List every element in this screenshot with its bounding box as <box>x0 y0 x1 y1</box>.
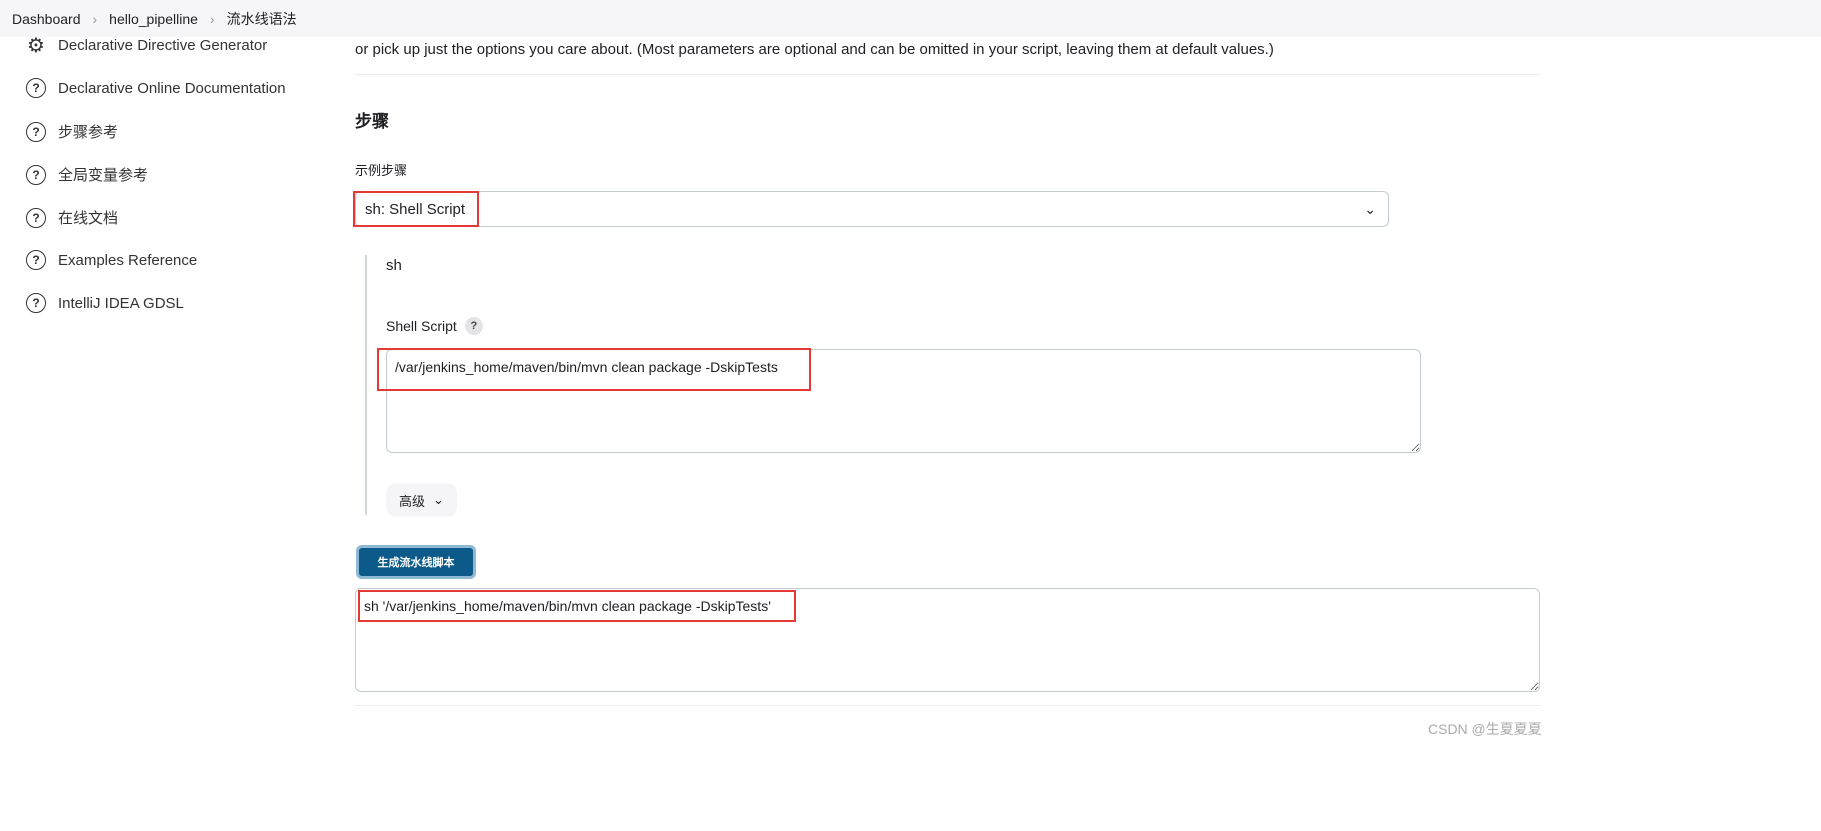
shell-script-input[interactable]: /var/jenkins_home/maven/bin/mvn clean pa… <box>386 349 1421 453</box>
divider <box>355 74 1540 75</box>
breadcrumb-job[interactable]: hello_pipelline <box>109 11 198 27</box>
generate-script-button[interactable]: 生成流水线脚本 <box>356 545 476 579</box>
watermark: CSDN @生夏夏夏 <box>1428 721 1542 737</box>
generated-script-output[interactable]: sh '/var/jenkins_home/maven/bin/mvn clea… <box>355 588 1540 692</box>
help-icon: ? <box>26 78 46 98</box>
breadcrumb-dashboard[interactable]: Dashboard <box>12 11 81 27</box>
breadcrumb-current[interactable]: 流水线语法 <box>227 9 297 29</box>
sample-step-select[interactable]: sh: Shell Script ⌄ <box>355 191 1389 227</box>
sidebar-item-directive-generator[interactable]: ⚙ Declarative Directive Generator <box>26 34 268 57</box>
sample-step-label: 示例步骤 <box>355 163 408 178</box>
sidebar-item-global-vars[interactable]: ? 全局变量参考 <box>26 164 148 185</box>
divider <box>355 705 1540 706</box>
gear-icon: ⚙ <box>27 34 45 57</box>
chevron-right-icon: › <box>92 10 98 27</box>
nested-border <box>365 255 367 515</box>
help-icon: ? <box>26 250 46 270</box>
sidebar-item-examples[interactable]: ? Examples Reference <box>26 250 197 270</box>
advanced-button[interactable]: 高级 ⌄ <box>386 483 457 517</box>
breadcrumb: Dashboard › hello_pipelline › 流水线语法 <box>0 0 1821 37</box>
sidebar-item-online-doc[interactable]: ? 在线文档 <box>26 207 118 228</box>
sidebar-item-label: Declarative Online Documentation <box>58 79 286 97</box>
help-icon: ? <box>26 207 46 228</box>
chevron-down-icon: ⌄ <box>1364 200 1376 217</box>
sidebar-item-step-reference[interactable]: ? 步骤参考 <box>26 121 118 142</box>
help-icon: ? <box>26 293 46 313</box>
advanced-label: 高级 <box>399 493 426 509</box>
step-name: sh <box>386 257 402 274</box>
sidebar-item-label: Examples Reference <box>58 251 198 269</box>
chevron-right-icon: › <box>209 10 215 27</box>
chevron-down-icon: ⌄ <box>433 492 444 507</box>
select-value: sh: Shell Script <box>365 200 466 218</box>
sidebar-item-label: 在线文档 <box>58 210 119 227</box>
help-icon[interactable]: ? <box>464 317 483 335</box>
sidebar-item-label: Declarative Directive Generator <box>58 36 268 54</box>
sidebar-item-gdsl[interactable]: ? IntelliJ IDEA GDSL <box>26 293 184 313</box>
help-icon: ? <box>26 164 46 185</box>
sidebar-item-label: IntelliJ IDEA GDSL <box>58 294 184 312</box>
sidebar-item-online-docs[interactable]: ? Declarative Online Documentation <box>26 78 286 98</box>
help-icon: ? <box>26 121 46 142</box>
section-title: 步骤 <box>355 112 389 131</box>
description-text: or pick up just the options you care abo… <box>355 41 1274 58</box>
shell-script-label: Shell Script <box>386 318 457 334</box>
sidebar-item-label: 全局变量参考 <box>58 167 149 184</box>
sidebar-item-label: 步骤参考 <box>58 124 119 141</box>
